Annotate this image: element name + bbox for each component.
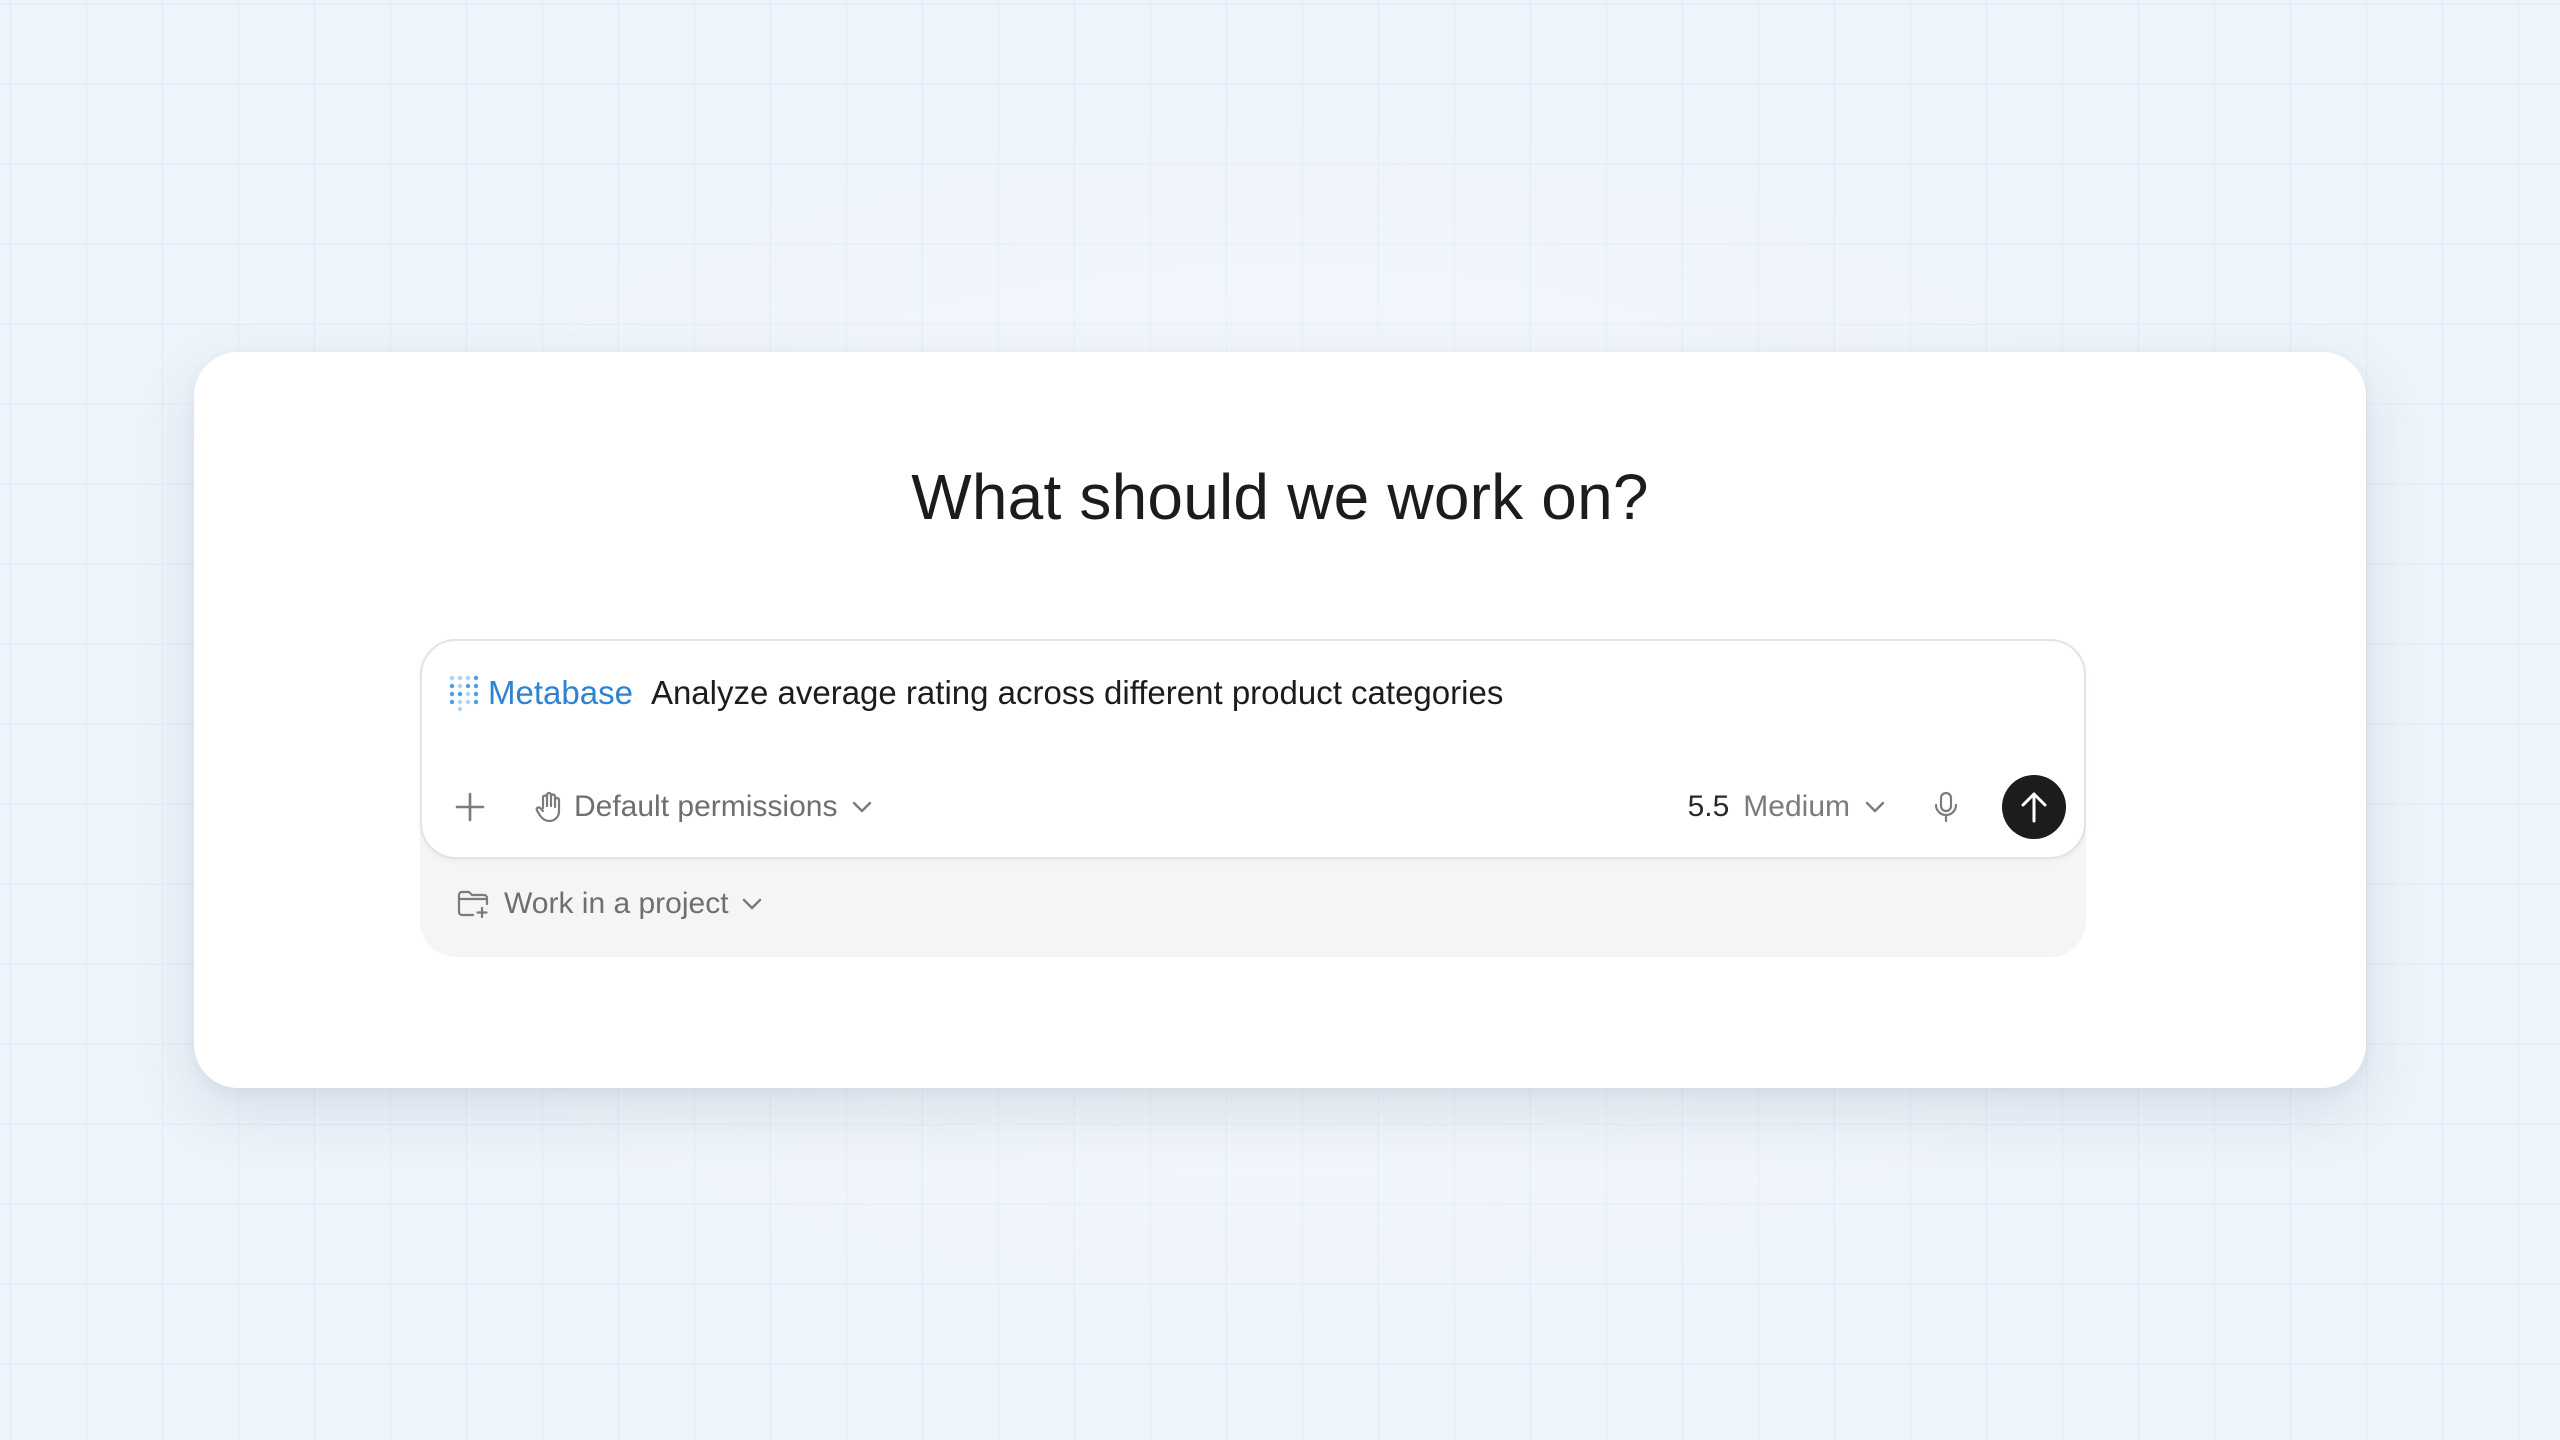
permissions-label: Default permissions — [574, 790, 838, 823]
connector-label: Metabase — [488, 674, 633, 711]
add-attachment-button[interactable] — [448, 775, 492, 839]
plus-icon — [455, 792, 485, 822]
work-in-project-dropdown[interactable]: Work in a project — [456, 879, 763, 929]
chevron-down-icon — [853, 801, 872, 813]
chevron-down-icon — [742, 898, 761, 910]
model-version: 5.5 — [1687, 790, 1730, 823]
page-title: What should we work on? — [911, 461, 1649, 533]
composer-container: Metabase Analyze average rating across d… — [420, 639, 2086, 957]
composer-toolbar: Default permissions 5.5 Medium — [422, 775, 2084, 839]
metabase-logo-icon — [449, 675, 479, 712]
microphone-icon — [1934, 791, 1958, 823]
send-button[interactable] — [2002, 775, 2066, 839]
prompt-composer: Metabase Analyze average rating across d… — [420, 639, 2086, 859]
folder-plus-icon — [457, 890, 489, 919]
hand-icon — [535, 791, 561, 823]
composer-card: What should we work on? Metabase Analyze… — [194, 352, 2366, 1088]
arrow-up-icon — [2021, 792, 2047, 823]
model-effort-label: Medium — [1743, 790, 1850, 823]
metabase-connector-chip[interactable]: Metabase — [448, 674, 633, 712]
model-selector-dropdown[interactable]: 5.5 Medium — [1688, 775, 1886, 839]
chevron-down-icon — [1865, 801, 1885, 813]
permissions-dropdown[interactable]: Default permissions — [534, 775, 873, 839]
prompt-input[interactable]: Analyze average rating across different … — [651, 674, 1951, 712]
prompt-row: Metabase Analyze average rating across d… — [448, 671, 1951, 715]
voice-input-button[interactable] — [1926, 775, 1966, 839]
project-label: Work in a project — [504, 887, 729, 920]
